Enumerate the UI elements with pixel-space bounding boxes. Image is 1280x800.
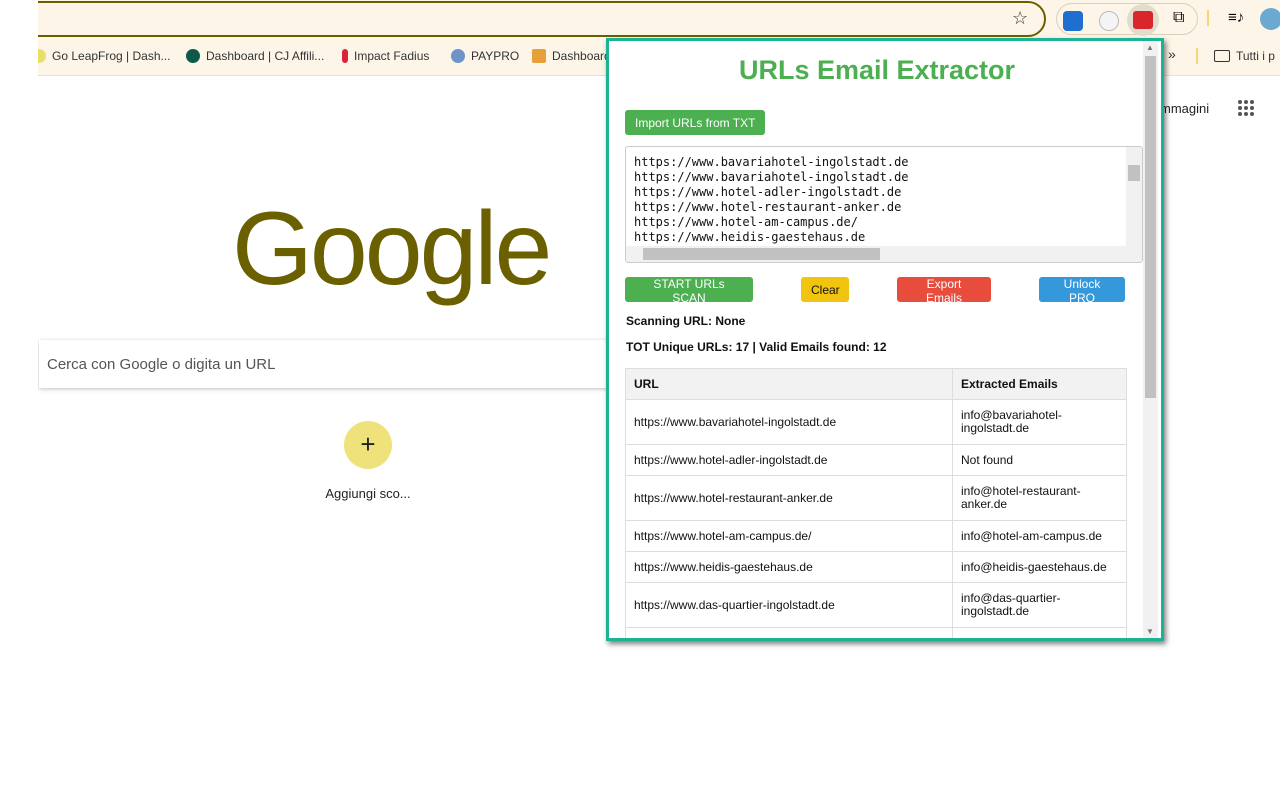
- table-row: https://www.hotel-restaurant-anker.deinf…: [626, 476, 1127, 521]
- email-extractor-extension-button[interactable]: [1127, 4, 1159, 36]
- email-cell: info@bavariahotel-ingolstadt.de: [953, 400, 1127, 445]
- textarea-vertical-scrollbar[interactable]: [1126, 147, 1142, 247]
- popup-scrollbar[interactable]: ▲ ▼: [1143, 41, 1158, 638]
- bookmark-label: PAYPRO: [471, 49, 519, 63]
- table-row: https://www.bavariahotel-ingolstadt.dein…: [626, 400, 1127, 445]
- bookmark-favicon-icon: [532, 49, 546, 63]
- all-bookmarks-label: Tutti i p: [1236, 49, 1275, 63]
- url-cell: https://www.hotel-restaurant-anker.de: [626, 476, 953, 521]
- extension-popup: URLs Email Extractor Import URLs from TX…: [606, 38, 1164, 641]
- page-edge: [0, 0, 38, 800]
- separator: [1196, 48, 1198, 64]
- scrollbar-thumb[interactable]: [1145, 56, 1156, 398]
- column-header-emails: Extracted Emails: [953, 369, 1127, 400]
- extensions-group: ⧉: [1056, 3, 1198, 35]
- url-cell: https://www.das-quartier-ingolstadt.de: [626, 583, 953, 628]
- avatar[interactable]: [1260, 8, 1280, 30]
- url-cell: https://www.heidis-gaestehaus.de: [626, 552, 953, 583]
- bookmark-item[interactable]: Dashboard: [532, 49, 611, 63]
- search-input[interactable]: Cerca con Google o digita un URL: [39, 340, 619, 388]
- table-row: https://www.das-quartier-ingolstadt.dein…: [626, 583, 1127, 628]
- bookmark-favicon-icon: [342, 49, 348, 63]
- scroll-up-icon[interactable]: ▲: [1146, 43, 1154, 52]
- import-label: Import URLs from TXT: [635, 116, 755, 130]
- urls-text: https://www.bavariahotel-ingolstadt.de h…: [634, 155, 909, 245]
- url-cell: https://www.bavariahotel-ingolstadt.de: [626, 400, 953, 445]
- table-row: https://www.hotel-adler-ingolstadt.deNot…: [626, 445, 1127, 476]
- textarea-horizontal-scrollbar[interactable]: [626, 246, 1142, 262]
- envelope-icon: [1133, 11, 1153, 29]
- export-emails-button[interactable]: Export Emails: [897, 277, 991, 302]
- puzzle-icon[interactable]: ⧉: [1173, 9, 1193, 29]
- google-apps-icon[interactable]: [1238, 100, 1254, 116]
- urls-textarea[interactable]: https://www.bavariahotel-ingolstadt.de h…: [625, 146, 1143, 263]
- bookmark-item[interactable]: Dashboard | CJ Affili...: [186, 49, 324, 63]
- add-shortcut-label: Aggiungi sco...: [318, 486, 418, 501]
- email-cell: [953, 628, 1127, 642]
- table-row: https://www.heidis-gaestehaus.deinfo@hei…: [626, 552, 1127, 583]
- bookmark-label: Impact Fadius: [354, 49, 429, 63]
- clear-button[interactable]: Clear: [801, 277, 849, 302]
- folder-icon: [1214, 50, 1230, 62]
- extension-icon[interactable]: [1063, 11, 1083, 31]
- scanning-status: Scanning URL: None: [626, 314, 745, 328]
- url-cell: https://www.hotel-am-campus.de/: [626, 521, 953, 552]
- google-logo: Google: [232, 190, 549, 309]
- bookmark-item[interactable]: PAYPRO: [451, 49, 519, 63]
- separator: [1207, 10, 1209, 26]
- email-cell: info@hotel-restaurant-anker.de: [953, 476, 1127, 521]
- column-header-url: URL: [626, 369, 953, 400]
- bookmark-favicon-icon: [186, 49, 200, 63]
- table-row: [626, 628, 1127, 642]
- email-cell: Not found: [953, 445, 1127, 476]
- bookmark-label: Dashboard | CJ Affili...: [206, 49, 324, 63]
- url-cell: https://www.hotel-adler-ingolstadt.de: [626, 445, 953, 476]
- address-bar[interactable]: [30, 1, 1046, 37]
- bookmark-item[interactable]: Go LeapFrog | Dash...: [32, 49, 171, 63]
- images-link[interactable]: mmagini: [1160, 101, 1209, 116]
- results-table: URL Extracted Emails https://www.bavaria…: [625, 368, 1127, 641]
- bookmarks-overflow-button[interactable]: »: [1168, 46, 1176, 62]
- totals-status: TOT Unique URLs: 17 | Valid Emails found…: [626, 340, 887, 354]
- media-control-icon[interactable]: ≡♪: [1228, 9, 1244, 26]
- email-cell: info@hotel-am-campus.de: [953, 521, 1127, 552]
- start-scan-button[interactable]: START URLs SCAN: [625, 277, 753, 302]
- all-bookmarks-folder[interactable]: Tutti i p: [1214, 49, 1275, 63]
- email-cell: info@das-quartier-ingolstadt.de: [953, 583, 1127, 628]
- search-placeholder: Cerca con Google o digita un URL: [47, 356, 275, 373]
- unlock-pro-button[interactable]: Unlock PRO: [1039, 277, 1125, 302]
- import-urls-button[interactable]: Import URLs from TXT: [625, 110, 765, 135]
- popup-title: URLs Email Extractor: [609, 55, 1145, 86]
- bookmark-star-icon[interactable]: ☆: [1012, 8, 1028, 29]
- bookmark-favicon-icon: [451, 49, 465, 63]
- table-row: https://www.hotel-am-campus.de/info@hote…: [626, 521, 1127, 552]
- bookmark-item[interactable]: Impact Fadius: [342, 49, 429, 63]
- clock-extension-icon[interactable]: [1099, 11, 1119, 31]
- bookmark-label: Dashboard: [552, 49, 611, 63]
- scroll-down-icon[interactable]: ▼: [1146, 627, 1154, 636]
- bookmark-label: Go LeapFrog | Dash...: [52, 49, 171, 63]
- url-cell: [626, 628, 953, 642]
- add-shortcut-button[interactable]: +: [344, 421, 392, 469]
- email-cell: info@heidis-gaestehaus.de: [953, 552, 1127, 583]
